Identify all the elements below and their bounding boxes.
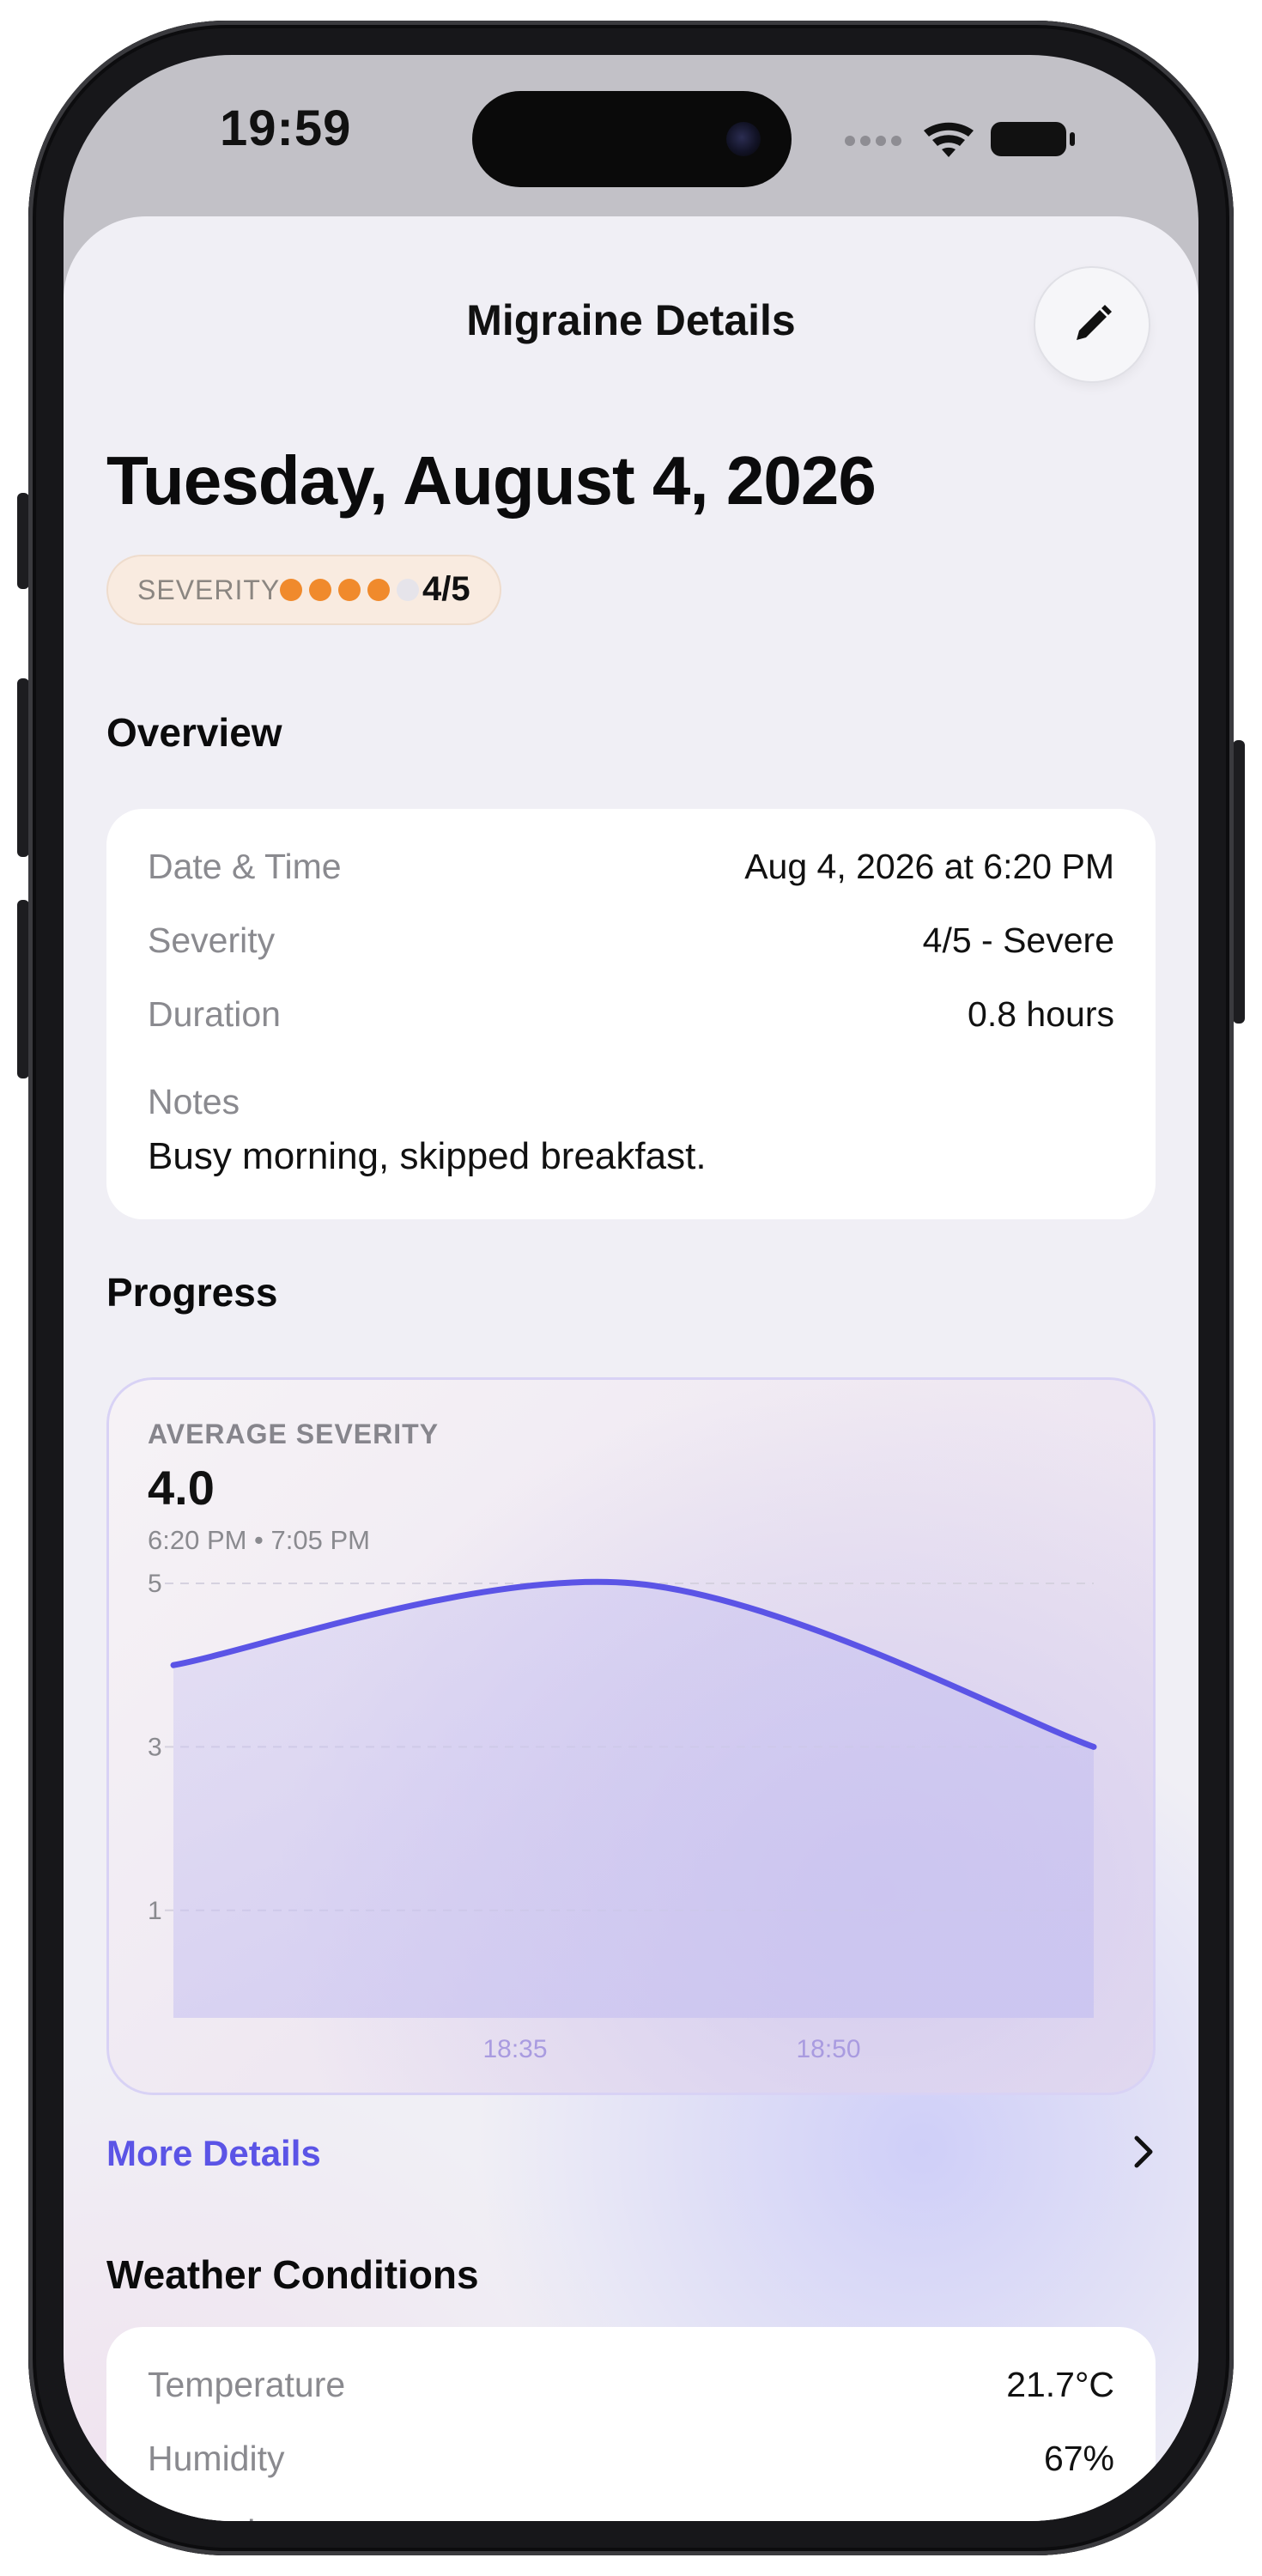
details-sheet: Migraine Details Tuesday, August 4, 2026…	[64, 216, 1198, 2521]
overview-row-duration: Duration 0.8 hours	[148, 994, 1114, 1046]
severity-chart-card[interactable]: AVERAGE SEVERITY 4.0 6:20 PM • 7:05 PM 5…	[106, 1377, 1156, 2095]
row-label: Date & Time	[148, 847, 342, 886]
row-label: Temperature	[148, 2365, 346, 2404]
edit-button[interactable]	[1035, 268, 1149, 381]
row-value: 67%	[1043, 2439, 1114, 2478]
row-value: 4/5 - Severe	[922, 920, 1114, 960]
x-tick-label: 18:50	[796, 2035, 860, 2063]
entry-date-heading: Tuesday, August 4, 2026	[106, 442, 877, 519]
severity-area	[173, 1582, 1094, 2018]
severity-badge-label: SEVERITY	[137, 574, 281, 605]
y-tick-label: 5	[148, 1570, 162, 1598]
severity-dot-filled	[338, 579, 361, 601]
weather-title: Weather Conditions	[106, 2252, 479, 2297]
front-camera	[726, 122, 761, 156]
volume-up-button	[17, 678, 29, 857]
overview-row-severity: Severity 4/5 - Severe	[148, 920, 1114, 972]
weather-row-uv-index: UV Index 2.7	[148, 2512, 1114, 2521]
y-tick-label: 3	[148, 1733, 162, 1761]
pencil-icon	[1077, 305, 1112, 340]
weather-row-temperature: Temperature 21.7°C	[148, 2365, 1114, 2416]
notes-label: Notes	[148, 1082, 240, 1121]
y-tick-label: 1	[148, 1897, 162, 1925]
screen: 19:59 Migraine Details Tuesday, August 4	[64, 55, 1198, 2521]
severity-dot-empty	[397, 579, 419, 601]
battery-icon	[991, 122, 1075, 156]
row-label: Humidity	[148, 2439, 285, 2478]
row-label: UV Index	[148, 2512, 293, 2521]
dynamic-island	[472, 91, 792, 187]
row-value: 2.7	[1065, 2512, 1114, 2521]
severity-dot-filled	[367, 579, 390, 601]
overview-card: Date & Time Aug 4, 2026 at 6:20 PM Sever…	[106, 809, 1156, 1219]
x-tick-label: 18:35	[482, 2035, 547, 2063]
severity-dot-filled	[309, 579, 331, 601]
wifi-icon	[924, 122, 974, 157]
action-button	[17, 493, 29, 589]
chevron-right-icon[interactable]	[1132, 2133, 1157, 2171]
notes-text: Busy morning, skipped breakfast.	[148, 1135, 707, 1177]
row-value: Aug 4, 2026 at 6:20 PM	[744, 847, 1114, 886]
severity-dot-filled	[280, 579, 302, 601]
severity-dots	[280, 579, 419, 601]
power-button	[1233, 740, 1245, 1024]
status-time: 19:59	[220, 100, 352, 156]
overview-row-date-time: Date & Time Aug 4, 2026 at 6:20 PM	[148, 847, 1114, 898]
row-label: Duration	[148, 994, 281, 1034]
severity-area-chart: 5 3 1 18:35 18:50	[148, 1570, 1097, 2063]
severity-badge-value: 4/5	[422, 570, 470, 608]
severity-badge: SEVERITY 4/5	[106, 555, 501, 625]
progress-title: Progress	[106, 1270, 278, 1315]
more-details-link[interactable]: More Details	[106, 2133, 321, 2174]
sheet-title: Migraine Details	[466, 296, 796, 344]
row-value: 21.7°C	[1006, 2365, 1114, 2404]
overview-title: Overview	[106, 710, 282, 755]
row-value: 0.8 hours	[968, 994, 1114, 1034]
weather-row-humidity: Humidity 67%	[148, 2439, 1114, 2490]
cellular-signal-icon	[845, 136, 901, 146]
volume-down-button	[17, 900, 29, 1078]
status-indicators	[845, 122, 1075, 157]
row-label: Severity	[148, 920, 276, 960]
weather-card: Temperature 21.7°C Humidity 67% UV Index…	[106, 2327, 1156, 2521]
